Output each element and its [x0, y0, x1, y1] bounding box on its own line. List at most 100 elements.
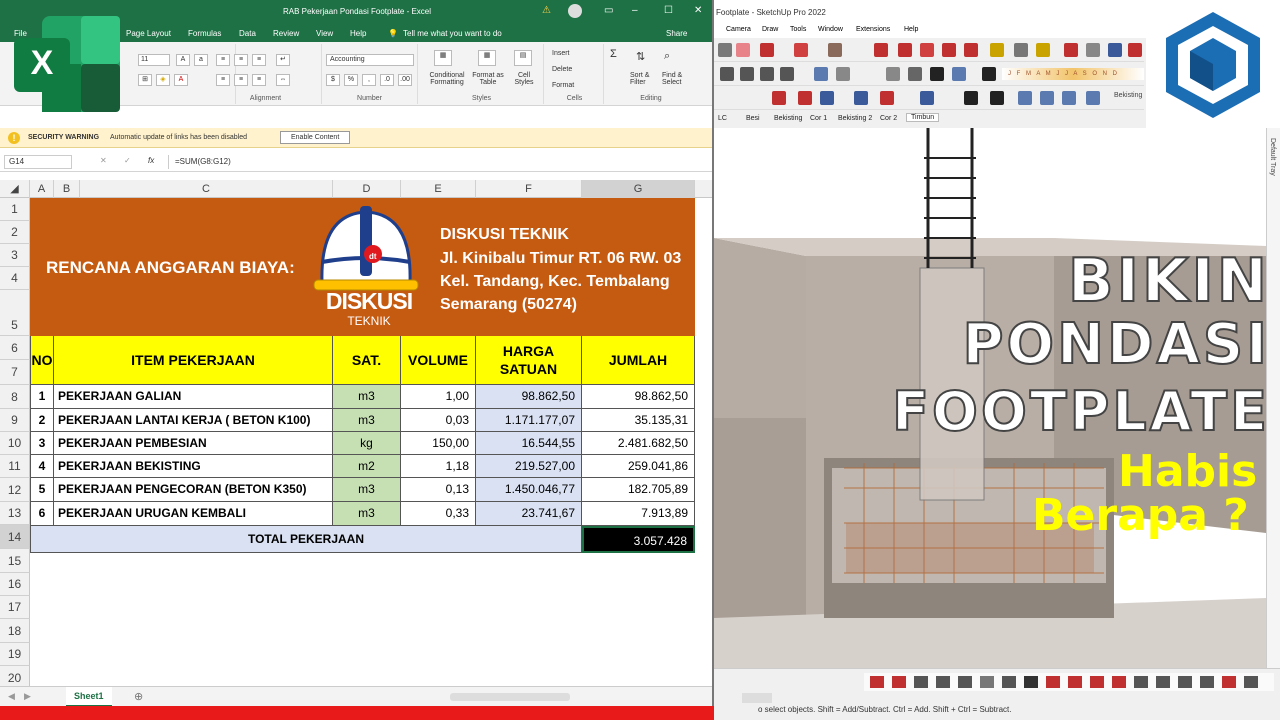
top-view-icon[interactable]	[740, 67, 754, 81]
account-avatar[interactable]	[568, 4, 582, 18]
tool-icon[interactable]	[870, 676, 884, 688]
tool-icon[interactable]	[1178, 676, 1192, 688]
increase-decimal-icon[interactable]: .0	[380, 74, 394, 86]
enable-content-button[interactable]: Enable Content	[280, 131, 351, 144]
insert-button[interactable]: Insert	[552, 50, 570, 57]
column-header[interactable]: A	[30, 180, 54, 198]
shadow-month-slider[interactable]: J F M A M J J A S O N D	[1002, 68, 1144, 80]
cell-no[interactable]: 3	[30, 432, 54, 455]
cell-item[interactable]: PEKERJAAN LANTAI KERJA ( BETON K100)	[54, 409, 333, 432]
maximize-button[interactable]: ☐	[664, 5, 673, 16]
align-middle-icon[interactable]: ≡	[234, 54, 248, 66]
bekisting-layer-select[interactable]: Bekisting	[1114, 92, 1142, 99]
menu-camera[interactable]: Camera	[726, 26, 751, 33]
cell-harga[interactable]: 219.527,00	[476, 455, 582, 478]
shape-icon[interactable]	[828, 43, 842, 57]
cell-styles-button[interactable]: Cell Styles	[510, 72, 538, 86]
tool-icon[interactable]	[1024, 676, 1038, 688]
menu-draw[interactable]: Draw	[762, 26, 778, 33]
cell-no[interactable]: 5	[30, 478, 54, 502]
cell-jumlah[interactable]: 2.481.682,50	[582, 432, 695, 455]
row-header[interactable]: 19	[0, 643, 30, 666]
default-tray[interactable]: Default Tray	[1266, 128, 1280, 668]
align-bottom-icon[interactable]: ≡	[252, 54, 266, 66]
cell-item[interactable]: PEKERJAAN BEKISTING	[54, 455, 333, 478]
cell-no[interactable]: 2	[30, 409, 54, 432]
tab-formulas[interactable]: Formulas	[188, 29, 221, 38]
function-icon[interactable]: fx	[148, 156, 154, 165]
tool-icon[interactable]	[1156, 676, 1170, 688]
tag-tab-active[interactable]: Timbun	[906, 113, 940, 122]
menu-window[interactable]: Window	[818, 26, 843, 33]
monochrome-icon[interactable]	[952, 67, 966, 81]
font-size-box[interactable]: 11	[138, 54, 170, 66]
tool-icon[interactable]	[958, 676, 972, 688]
tag-tab[interactable]: LC	[718, 115, 727, 122]
tell-me-box[interactable]: Tell me what you want to do	[403, 29, 502, 38]
tool-icon[interactable]	[1002, 676, 1016, 688]
share-button[interactable]: Share	[666, 29, 687, 38]
row-header[interactable]: 5	[0, 290, 30, 336]
decrease-decimal-icon[interactable]: .00	[398, 74, 412, 86]
cancel-icon[interactable]: ✕	[100, 156, 107, 165]
cell-item[interactable]: PEKERJAAN URUGAN KEMBALI	[54, 502, 333, 526]
zoom-icon[interactable]	[1108, 43, 1122, 57]
cell-sat[interactable]: m3	[333, 409, 401, 432]
close-button[interactable]: ✕	[694, 5, 702, 16]
tab-page-layout[interactable]: Page Layout	[126, 29, 171, 38]
menu-extensions[interactable]: Extensions	[856, 26, 890, 33]
front-view-icon[interactable]	[760, 67, 774, 81]
iso-view-icon[interactable]	[720, 67, 734, 81]
zoom-extents-icon[interactable]	[1128, 43, 1142, 57]
tag-tab[interactable]: Bekisting 2	[838, 115, 872, 122]
row-header[interactable]: 8	[0, 385, 30, 409]
conditional-formatting-button[interactable]: Conditional Formatting	[424, 72, 470, 86]
header-sat[interactable]: SAT.	[333, 336, 401, 385]
minimize-button[interactable]: –	[632, 5, 638, 16]
format-as-table-button[interactable]: Format as Table	[470, 72, 506, 86]
cell-jumlah[interactable]: 7.913,89	[582, 502, 695, 526]
prev-sheet-icon[interactable]: ◀	[8, 691, 15, 702]
row-header[interactable]: 11	[0, 455, 30, 478]
format-as-table-icon[interactable]: ▦	[478, 50, 496, 66]
tag-tab[interactable]: Cor 1	[810, 115, 827, 122]
text-icon[interactable]	[1014, 43, 1028, 57]
cell-volume[interactable]: 1,00	[401, 385, 476, 409]
cell-volume[interactable]: 0,03	[401, 409, 476, 432]
align-right-icon[interactable]: ≡	[252, 74, 266, 86]
enter-icon[interactable]: ✓	[124, 156, 131, 165]
row-header[interactable]: 2	[0, 221, 30, 244]
cell-harga[interactable]: 1.450.046,77	[476, 478, 582, 502]
shadows-icon[interactable]	[982, 67, 996, 81]
row-header[interactable]: 13	[0, 502, 30, 525]
row-header[interactable]: 1	[0, 198, 30, 221]
conditional-formatting-icon[interactable]: ▦	[434, 50, 452, 66]
cell-volume[interactable]: 0,33	[401, 502, 476, 526]
cell-volume[interactable]: 1,18	[401, 455, 476, 478]
select-all-corner[interactable]: ◢	[0, 180, 30, 198]
layer-icon[interactable]	[1086, 91, 1100, 105]
row-header[interactable]: 12	[0, 478, 30, 502]
ribbon-display-icon[interactable]: ▭	[604, 5, 613, 16]
cell-sat[interactable]: kg	[333, 432, 401, 455]
hidden-line-icon[interactable]	[886, 67, 900, 81]
total-label[interactable]: TOTAL PEKERJAAN	[30, 526, 582, 553]
scale-icon[interactable]	[942, 43, 956, 57]
walk-through-icon[interactable]	[990, 91, 1004, 105]
column-header[interactable]: D	[333, 180, 401, 198]
shaded-icon[interactable]	[908, 67, 922, 81]
merge-center-icon[interactable]: ⇔	[276, 74, 290, 86]
cell-jumlah[interactable]: 35.135,31	[582, 409, 695, 432]
tag-tab[interactable]: Cor 2	[880, 115, 897, 122]
tool-icon[interactable]	[1046, 676, 1060, 688]
align-center-icon[interactable]: ≡	[234, 74, 248, 86]
wireframe-icon[interactable]	[836, 67, 850, 81]
menu-help[interactable]: Help	[904, 26, 918, 33]
cell-styles-icon[interactable]: ▤	[514, 50, 532, 66]
cell-sat[interactable]: m3	[333, 478, 401, 502]
cell-harga[interactable]: 98.862,50	[476, 385, 582, 409]
model-viewport[interactable]	[714, 128, 1266, 668]
cell-jumlah[interactable]: 182.705,89	[582, 478, 695, 502]
fill-color-icon[interactable]: ◈	[156, 74, 170, 86]
header-jumlah[interactable]: JUMLAH	[582, 336, 695, 385]
